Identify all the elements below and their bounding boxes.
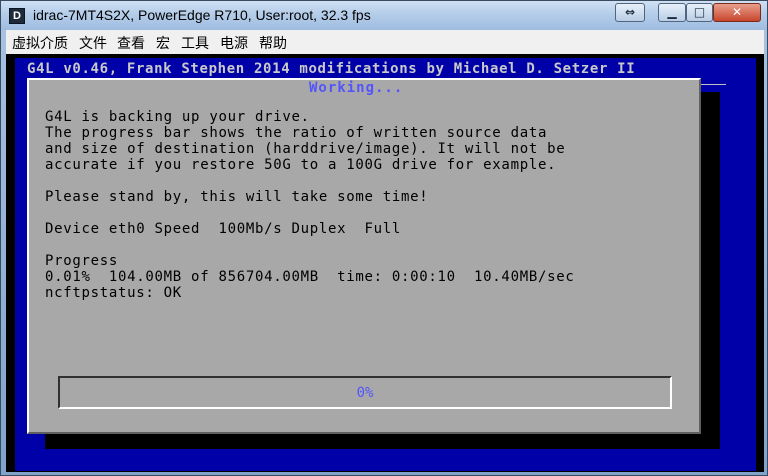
menu-bar: 虚拟介质 文件 查看 宏 工具 电源 帮助 <box>6 30 764 54</box>
minimize-button[interactable]: ▁ <box>658 3 686 22</box>
app-icon: D <box>9 8 25 24</box>
menu-power[interactable]: 电源 <box>220 33 248 53</box>
maximize-button[interactable]: □ <box>686 3 713 22</box>
resize-toggle-button[interactable]: ⇔ <box>615 3 645 22</box>
dialog-text-line: and size of destination (harddrive/image… <box>45 141 566 157</box>
menu-tools[interactable]: 工具 <box>181 33 209 53</box>
dialog-text-line: accurate if you restore 50G to a 100G dr… <box>45 157 557 173</box>
menu-help[interactable]: 帮助 <box>259 33 287 53</box>
progress-bar: 0% <box>58 376 672 409</box>
remote-console-window: D idrac-7MT4S2X, PowerEdge R710, User:ro… <box>0 0 768 476</box>
dialog-text-line: Please stand by, this will take some tim… <box>45 189 429 205</box>
device-speed-line: Device eth0 Speed 100Mb/s Duplex Full <box>45 221 402 237</box>
title-bar[interactable]: D idrac-7MT4S2X, PowerEdge R710, User:ro… <box>1 1 767 30</box>
progress-stats: 0.01% 104.00MB of 856704.00MB time: 0:00… <box>45 269 575 285</box>
dialog-text-line: The progress bar shows the ratio of writ… <box>45 125 548 141</box>
ncftp-status: ncftpstatus: OK <box>45 285 182 301</box>
working-dialog: Working... G4L is backing up your drive.… <box>27 78 701 434</box>
menu-view[interactable]: 查看 <box>117 33 145 53</box>
close-button[interactable]: ✕ <box>713 3 761 22</box>
console-header: G4L v0.46, Frank Stephen 2014 modificati… <box>27 61 636 77</box>
dialog-title: Working... <box>303 80 410 96</box>
progress-heading: Progress <box>45 253 119 269</box>
menu-macro[interactable]: 宏 <box>156 33 170 53</box>
dialog-text-line: G4L is backing up your drive. <box>45 109 310 125</box>
progress-percent: 0% <box>356 385 374 401</box>
menu-virtual-media[interactable]: 虚拟介质 <box>12 33 68 53</box>
window-title: idrac-7MT4S2X, PowerEdge R710, User:root… <box>33 7 371 23</box>
console-screen[interactable]: G4L v0.46, Frank Stephen 2014 modificati… <box>6 54 764 472</box>
menu-file[interactable]: 文件 <box>79 33 107 53</box>
